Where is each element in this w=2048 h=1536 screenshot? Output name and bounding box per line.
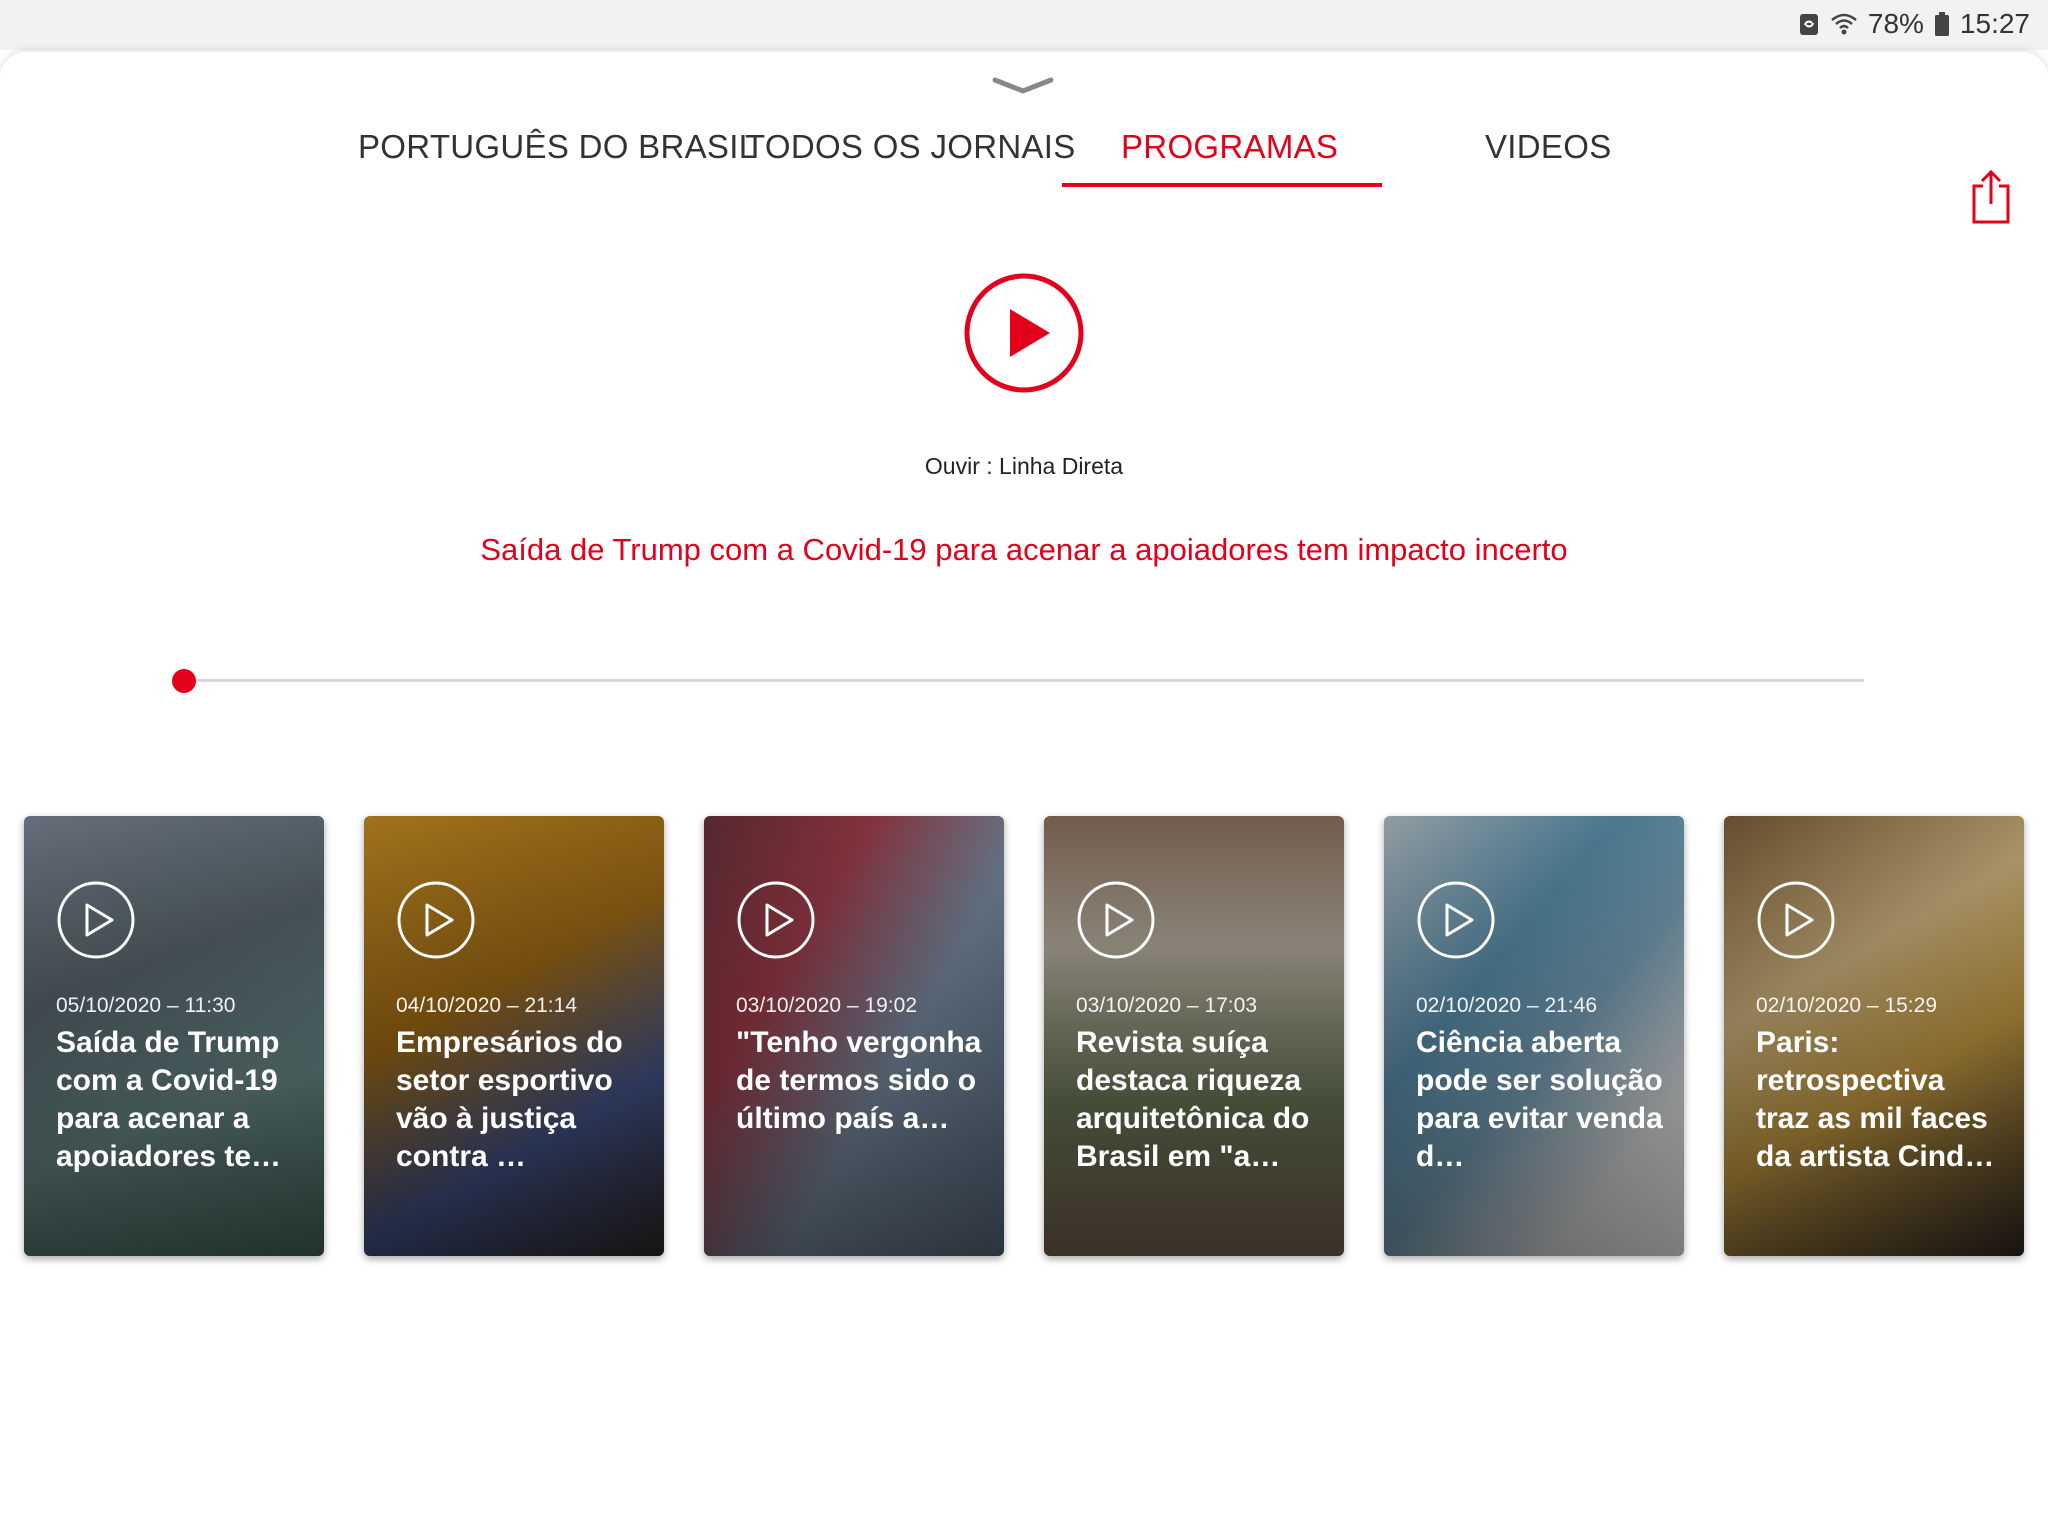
play-circle-icon[interactable] <box>56 880 136 965</box>
clock: 15:27 <box>1959 8 2030 39</box>
active-tab-indicator <box>1062 183 1382 187</box>
program-label: Ouvir : Linha Direta <box>924 453 1124 479</box>
tab-portugues-do-brasil[interactable]: PORTUGUÊS DO BRASIL <box>358 128 757 166</box>
battery-icon <box>1934 11 1950 37</box>
episode-headline[interactable]: Saída de Trump com a Covid-19 para acena… <box>0 532 2048 568</box>
episode-card[interactable]: 02/10/2020 – 21:46 Ciência aberta pode s… <box>1384 816 1684 1256</box>
play-circle-icon[interactable] <box>1416 880 1496 965</box>
battery-percent: 78% <box>1867 8 1924 39</box>
play-circle-icon[interactable] <box>1756 880 1836 965</box>
status-icons: 78% 15:27 <box>1798 8 2030 40</box>
episode-date: 02/10/2020 – 21:46 <box>1416 994 1598 1017</box>
play-circle-icon[interactable] <box>736 880 816 965</box>
episode-card[interactable]: 04/10/2020 – 21:14 Empresários do setor … <box>364 816 664 1256</box>
episode-list: 05/10/2020 – 11:30 Saída de Trump com a … <box>24 816 2034 1256</box>
share-icon[interactable] <box>1970 168 2012 231</box>
episode-card[interactable]: 02/10/2020 – 15:29 Paris: retrospectiva … <box>1724 816 2024 1256</box>
episode-date: 03/10/2020 – 19:02 <box>736 994 918 1017</box>
play-circle-icon[interactable] <box>1076 880 1156 965</box>
episode-card[interactable]: 03/10/2020 – 19:02 "Tenho vergonha de te… <box>704 816 1004 1256</box>
episode-date: 03/10/2020 – 17:03 <box>1076 994 1258 1017</box>
status-bar: 78% 15:27 <box>0 0 2048 50</box>
episode-date: 05/10/2020 – 11:30 <box>56 994 236 1017</box>
episode-title: Revista suíça destaca riqueza arquitetôn… <box>1076 1026 1310 1173</box>
episode-card[interactable]: 03/10/2020 – 17:03 Revista suíça destaca… <box>1044 816 1344 1256</box>
episode-date: 04/10/2020 – 21:14 <box>396 994 578 1017</box>
sync-icon <box>1798 11 1820 37</box>
tab-videos[interactable]: VIDEOS <box>1485 128 1612 166</box>
episode-title: Empresários do setor esportivo vão à jus… <box>396 1026 623 1173</box>
tab-todos-os-jornais[interactable]: TODOS OS JORNAIS <box>745 128 1076 166</box>
episode-title: Ciência aberta pode ser solução para evi… <box>1416 1026 1663 1173</box>
wifi-icon <box>1830 11 1858 37</box>
progress-track[interactable] <box>184 679 1864 682</box>
episode-title: Saída de Trump com a Covid-19 para acena… <box>56 1026 282 1173</box>
play-button[interactable] <box>963 272 1085 399</box>
episode-date: 02/10/2020 – 15:29 <box>1756 994 1938 1017</box>
progress-knob[interactable] <box>172 669 196 693</box>
tab-programas[interactable]: PROGRAMAS <box>1121 128 1338 166</box>
episode-title: Paris: retrospectiva traz as mil faces d… <box>1756 1026 1995 1173</box>
tab-bar: PORTUGUÊS DO BRASIL TODOS OS JORNAIS PRO… <box>0 78 2048 188</box>
episode-title: "Tenho vergonha de termos sido o último … <box>736 1026 982 1135</box>
play-circle-icon[interactable] <box>396 880 476 965</box>
episode-card[interactable]: 05/10/2020 – 11:30 Saída de Trump com a … <box>24 816 324 1256</box>
